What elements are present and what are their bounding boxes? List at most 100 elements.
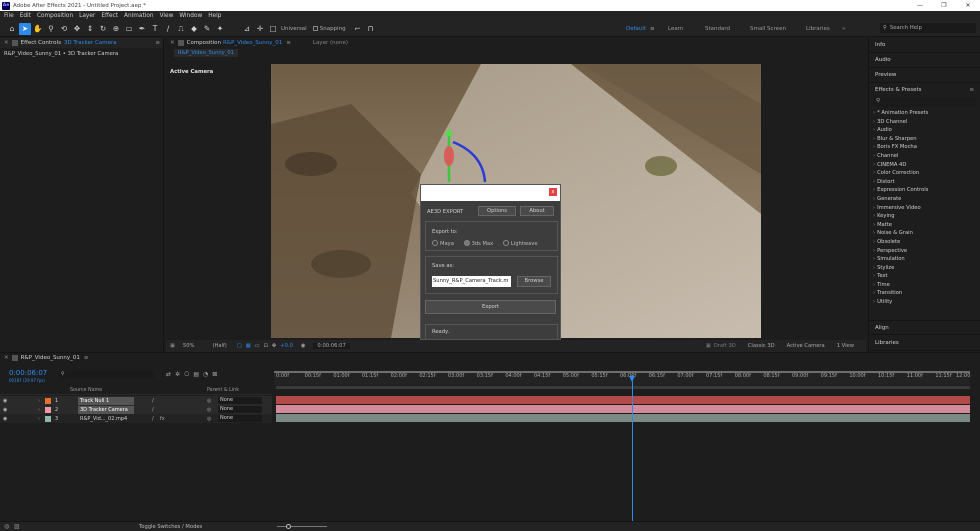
effect-controls-tab[interactable]: ✕ Effect Controls 3D Tracker Camera ≡ <box>0 38 163 48</box>
effect-category[interactable]: › Perspective <box>869 248 980 257</box>
pickwhip-icon[interactable]: ◎ <box>207 407 211 413</box>
menu-file[interactable]: File <box>4 13 14 19</box>
type-tool-icon[interactable]: T <box>149 23 161 35</box>
snapping-checkbox[interactable] <box>312 26 318 31</box>
shy-layers-icon[interactable]: ⎔ <box>184 371 189 378</box>
effects-search-input[interactable]: ⚲ <box>873 98 976 107</box>
layer-name[interactable]: 3D Tracker Camera <box>78 405 134 414</box>
zoom-tool-icon[interactable]: ⚲ <box>45 23 57 35</box>
effect-category[interactable]: › Expression Controls <box>869 187 980 196</box>
hand-tool-icon[interactable]: ✋ <box>32 23 44 35</box>
timeline-menu-icon[interactable]: ≡ <box>84 355 89 361</box>
radio-lightwave[interactable]: Lightwave <box>502 240 538 247</box>
time-navigator[interactable] <box>276 386 970 389</box>
close-timeline-tab-icon[interactable]: ✕ <box>4 355 9 361</box>
switch-slash-icon[interactable]: / <box>152 398 154 404</box>
timeline-lock-icon[interactable] <box>11 355 18 361</box>
layer-duration-bar[interactable] <box>276 405 970 413</box>
menu-edit[interactable]: Edit <box>20 13 31 19</box>
effect-category[interactable]: › Obsolete <box>869 239 980 248</box>
radio-3ds-max[interactable]: 3ds Max <box>463 240 493 247</box>
timeline-timecode[interactable]: 0:00:06:07 <box>9 369 47 377</box>
effect-category[interactable]: › Utility <box>869 299 980 308</box>
mask-visibility-icon[interactable]: ▭ <box>255 343 260 349</box>
menu-effect[interactable]: Effect <box>101 13 118 19</box>
region-of-interest-icon[interactable]: ▢ <box>237 343 242 349</box>
minimize-button[interactable]: — <box>908 0 932 11</box>
rectangle-tool-icon[interactable]: ▭ <box>123 23 135 35</box>
fx-switch-icon[interactable]: fx <box>160 416 165 422</box>
brush-tool-icon[interactable]: ∕ <box>162 23 174 35</box>
panel-menu-icon[interactable]: ≡ <box>155 40 160 46</box>
effect-category[interactable]: › Channel <box>869 153 980 162</box>
anchor-point-tool-icon[interactable]: ⊕ <box>110 23 122 35</box>
layer-duration-bar[interactable] <box>276 414 970 422</box>
resolution-dropdown[interactable]: (Half) <box>212 343 226 349</box>
clone-stamp-icon[interactable]: ⎍ <box>175 23 187 35</box>
effects-menu-icon[interactable]: ≡ <box>969 87 974 94</box>
dialog-close-button[interactable]: x <box>549 188 557 196</box>
effect-category[interactable]: › Text <box>869 273 980 282</box>
eye-icon[interactable]: ◉ <box>3 407 7 413</box>
align-panel-header[interactable]: Align <box>869 320 980 335</box>
close-window-button[interactable]: ✕ <box>956 0 980 11</box>
effect-category[interactable]: › Simulation <box>869 256 980 265</box>
radio-maya[interactable]: Maya <box>432 240 454 247</box>
info-panel-header[interactable]: Info <box>869 38 980 53</box>
options-button[interactable]: Options <box>478 206 516 216</box>
layer-row[interactable]: ◉ › 2 3D Tracker Camera / ◎ None <box>0 405 272 414</box>
timeline-search-input[interactable]: ⚲ <box>58 371 154 379</box>
preview-panel-header[interactable]: Preview <box>869 68 980 83</box>
effect-category[interactable]: › Time <box>869 282 980 291</box>
layer-name[interactable]: Track Null 1 <box>78 396 134 405</box>
twirl-chevron-icon[interactable]: › <box>38 416 40 422</box>
view-dropdown[interactable]: Active Camera <box>787 343 825 349</box>
menu-animation[interactable]: Animation <box>124 13 154 19</box>
comp-flowchart-icon[interactable]: ⇄ <box>166 371 171 378</box>
snap-options-icon[interactable]: ⌐ <box>352 23 364 35</box>
panel-lock-icon[interactable] <box>11 40 18 46</box>
graph-editor-icon[interactable]: ⊠ <box>212 371 217 378</box>
maximize-button[interactable]: ❐ <box>932 0 956 11</box>
effect-category[interactable]: › Transition <box>869 290 980 299</box>
twirl-chevron-icon[interactable]: › <box>38 407 40 413</box>
color-picker-icon[interactable]: ✤ <box>272 343 276 349</box>
zoom-slider-track[interactable] <box>277 526 327 527</box>
frame-blending-icon[interactable]: ▤ <box>193 371 199 378</box>
effect-category[interactable]: › Color Correction <box>869 170 980 179</box>
comp-lock-icon[interactable] <box>177 40 184 46</box>
puppet-pin-icon[interactable]: ✦ <box>214 23 226 35</box>
twirl-chevron-icon[interactable]: › <box>38 398 40 404</box>
always-preview-icon[interactable]: ▣ <box>170 343 175 349</box>
layer-tab[interactable]: Layer (none) <box>313 40 348 46</box>
expand-switches-icon[interactable]: ▨ <box>14 523 20 530</box>
zoom-slider-thumb[interactable] <box>286 524 291 529</box>
workspace-libraries[interactable]: Libraries <box>806 26 830 32</box>
layer-name[interactable]: R&P_Vid..._02.mp4 <box>78 415 134 423</box>
browse-button[interactable]: Browse <box>517 276 551 287</box>
menu-composition[interactable]: Composition <box>37 13 73 19</box>
composition-tab-name[interactable]: R&P_Video_Sunny_01 <box>223 40 282 46</box>
effects-presets-header[interactable]: Effects & Presets ≡ <box>869 83 980 98</box>
export-button[interactable]: Export <box>425 300 556 314</box>
menu-window[interactable]: Window <box>179 13 202 19</box>
search-help-field[interactable]: ⚲ Search Help <box>880 23 976 33</box>
parent-dropdown[interactable]: None <box>218 415 262 422</box>
effect-category[interactable]: › 3D Channel <box>869 119 980 128</box>
transparency-grid-icon[interactable]: ▦ <box>246 343 251 349</box>
effect-category[interactable]: › Blur & Sharpen <box>869 136 980 145</box>
motion-blur-icon[interactable]: ◔ <box>203 371 208 378</box>
effect-category[interactable]: › * Animation Presets <box>869 110 980 119</box>
pickwhip-icon[interactable]: ◎ <box>207 416 211 422</box>
switch-slash-icon[interactable]: / <box>152 407 154 413</box>
parent-dropdown[interactable]: None <box>218 406 262 413</box>
effect-category[interactable]: › Generate <box>869 196 980 205</box>
label-color-swatch[interactable] <box>45 415 51 422</box>
parent-dropdown[interactable]: None <box>218 397 262 404</box>
effect-category[interactable]: › Boris FX Mocha <box>869 144 980 153</box>
libraries-panel-header[interactable]: Libraries <box>869 336 980 351</box>
roto-brush-icon[interactable]: ✎ <box>201 23 213 35</box>
draft-3d-toggle[interactable]: Draft 3D <box>714 343 736 349</box>
dolly-camera-icon[interactable]: ⇕ <box>84 23 96 35</box>
eye-icon[interactable]: ◉ <box>3 416 7 422</box>
